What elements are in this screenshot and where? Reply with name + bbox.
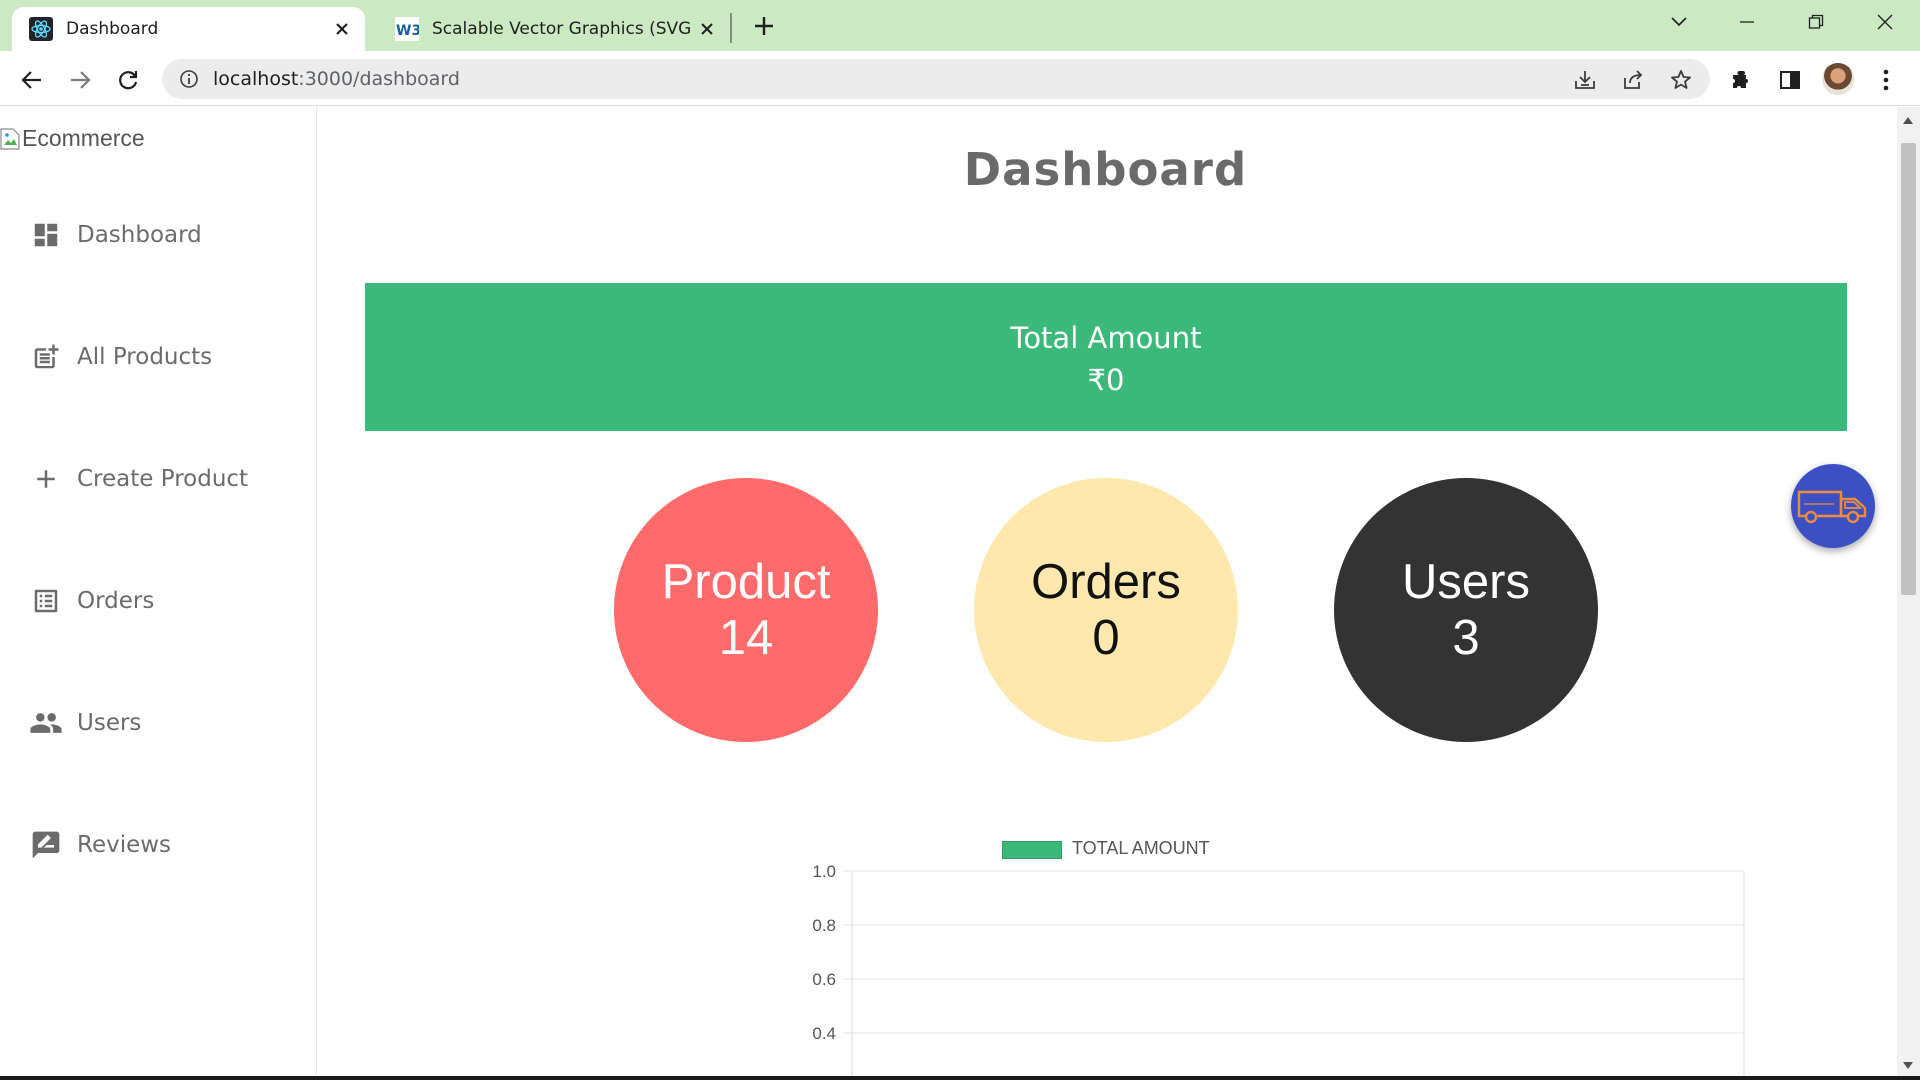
scrollbar-thumb[interactable] bbox=[1901, 143, 1916, 595]
sidebar-item-reviews[interactable]: Reviews bbox=[28, 825, 171, 865]
delivery-truck-button[interactable] bbox=[1791, 464, 1875, 548]
stat-label: Product bbox=[661, 555, 831, 609]
back-icon[interactable] bbox=[15, 63, 49, 97]
tab-strip: Dashboard W3 Scalable Vector Graphics (S… bbox=[0, 0, 1920, 51]
users-stat-card[interactable]: Users 3 bbox=[1334, 478, 1598, 742]
sidebar-item-create-product[interactable]: Create Product bbox=[28, 459, 248, 499]
total-amount-chart: TOTAL AMOUNT 1.0 0.8 0.6 0.4 bbox=[438, 837, 1798, 1080]
sidebar: Ecommerce Dashboard All Products Create … bbox=[0, 107, 317, 1080]
sidebar-item-all-products[interactable]: All Products bbox=[28, 337, 212, 377]
brand-alt-text: Ecommerce bbox=[22, 125, 145, 151]
broken-image-icon bbox=[0, 127, 20, 150]
stat-value: 3 bbox=[1452, 611, 1480, 665]
svg-text:W3: W3 bbox=[396, 23, 419, 39]
dashboard-icon bbox=[28, 217, 64, 253]
site-info-icon[interactable] bbox=[177, 67, 201, 91]
url-text[interactable]: localhost:3000/dashboard bbox=[213, 68, 460, 90]
sidebar-item-label: All Products bbox=[77, 344, 213, 370]
sidebar-item-label: Orders bbox=[77, 588, 155, 614]
taskbar-edge bbox=[0, 1076, 1920, 1080]
new-tab-icon[interactable] bbox=[748, 10, 780, 42]
restore-icon[interactable] bbox=[1796, 6, 1836, 38]
y-tick-label: 1.0 bbox=[812, 862, 836, 881]
delivery-truck-icon bbox=[1797, 490, 1867, 524]
dashboard-main: Dashboard Total Amount ₹0 Product 14 Ord… bbox=[318, 107, 1897, 1080]
stat-label: Users bbox=[1402, 555, 1530, 609]
chart-plot: 1.0 0.8 0.6 0.4 bbox=[812, 862, 1745, 1080]
react-icon bbox=[29, 17, 53, 41]
stat-value: 14 bbox=[718, 611, 774, 665]
add-icon bbox=[28, 461, 64, 497]
orders-stat-card[interactable]: Orders 0 bbox=[974, 478, 1238, 742]
brand-logo[interactable]: Ecommerce bbox=[0, 125, 145, 152]
page-viewport: Ecommerce Dashboard All Products Create … bbox=[0, 107, 1897, 1080]
tab-title: Dashboard bbox=[66, 19, 159, 39]
close-tab-icon[interactable] bbox=[692, 14, 722, 44]
forward-icon[interactable] bbox=[63, 63, 97, 97]
tab-search-icon[interactable] bbox=[1659, 6, 1699, 38]
browser-toolbar: localhost:3000/dashboard bbox=[0, 51, 1920, 106]
menu-kebab-icon[interactable] bbox=[1869, 63, 1903, 97]
page-scrollbar[interactable] bbox=[1897, 107, 1920, 1080]
sidebar-item-label: Users bbox=[77, 710, 142, 736]
address-bar[interactable]: localhost:3000/dashboard bbox=[162, 59, 1710, 99]
share-icon[interactable] bbox=[1618, 65, 1648, 95]
total-amount-value: ₹0 bbox=[1087, 363, 1125, 397]
rate-review-icon bbox=[28, 827, 64, 863]
y-tick-label: 0.8 bbox=[812, 916, 836, 935]
install-app-icon[interactable] bbox=[1570, 65, 1600, 95]
page-title: Dashboard bbox=[963, 143, 1248, 196]
y-tick-label: 0.4 bbox=[812, 1024, 836, 1043]
stat-value: 0 bbox=[1092, 611, 1120, 665]
total-amount-label: Total Amount bbox=[1010, 321, 1202, 355]
w3c-icon: W3 bbox=[395, 17, 419, 41]
tab-dashboard[interactable]: Dashboard bbox=[12, 7, 365, 51]
post-add-icon bbox=[28, 339, 64, 375]
tab-svg[interactable]: W3 Scalable Vector Graphics (SVG) 2 bbox=[378, 7, 730, 51]
product-stat-card[interactable]: Product 14 bbox=[614, 478, 878, 742]
stat-label: Orders bbox=[1031, 555, 1181, 609]
tab-divider bbox=[730, 13, 732, 43]
list-alt-icon bbox=[28, 583, 64, 619]
y-tick-label: 0.6 bbox=[812, 970, 836, 989]
people-icon bbox=[28, 705, 64, 741]
close-window-icon[interactable] bbox=[1865, 6, 1905, 38]
sidebar-item-orders[interactable]: Orders bbox=[28, 581, 154, 621]
profile-avatar[interactable] bbox=[1822, 63, 1854, 95]
tab-title: Scalable Vector Graphics (SVG) 2 bbox=[432, 19, 692, 39]
sidebar-item-users[interactable]: Users bbox=[28, 703, 141, 743]
sidebar-item-label: Reviews bbox=[77, 832, 172, 858]
scroll-down-icon[interactable] bbox=[1903, 1062, 1913, 1069]
minimize-icon[interactable] bbox=[1727, 6, 1767, 38]
total-amount-card: Total Amount ₹0 bbox=[365, 283, 1847, 431]
sidebar-item-dashboard[interactable]: Dashboard bbox=[28, 215, 202, 255]
close-tab-icon[interactable] bbox=[327, 14, 357, 44]
sidebar-item-label: Create Product bbox=[77, 466, 249, 492]
side-panel-icon[interactable] bbox=[1773, 63, 1807, 97]
bookmark-star-icon[interactable] bbox=[1666, 65, 1696, 95]
reload-icon[interactable] bbox=[111, 63, 145, 97]
sidebar-item-label: Dashboard bbox=[77, 222, 202, 248]
scroll-up-icon[interactable] bbox=[1903, 117, 1913, 124]
extensions-icon[interactable] bbox=[1725, 63, 1759, 97]
